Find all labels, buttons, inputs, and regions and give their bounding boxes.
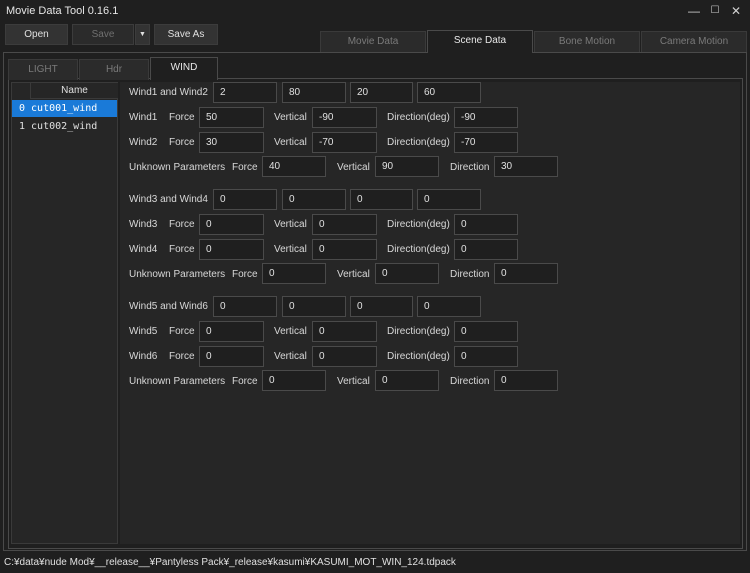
window-title: Movie Data Tool 0.16.1 [6,5,119,17]
vertical-label: Vertical [274,326,307,337]
wind6-label: Wind6 [129,351,158,362]
list-item[interactable]: 1 cut002_wind [12,118,117,135]
close-icon[interactable]: ✕ [728,4,744,18]
unknown56-direction-input[interactable]: 0 [494,370,558,391]
vertical-label: Vertical [274,244,307,255]
vertical-label: Vertical [337,162,370,173]
wind12-param-2-input[interactable]: 80 [282,82,346,103]
vertical-label: Vertical [337,269,370,280]
wind5-vertical-input[interactable]: 0 [312,321,377,342]
unknown-parameters-label: Unknown Parameters [129,162,226,173]
unknown34-vertical-input[interactable]: 0 [375,263,439,284]
wind34-param-1-input[interactable]: 0 [213,189,277,210]
tab-camera-motion[interactable]: Camera Motion [641,31,747,52]
tab-hdr[interactable]: Hdr [79,59,149,80]
unknown-parameters-label: Unknown Parameters [129,376,226,387]
unknown-parameters-label: Unknown Parameters [129,269,226,280]
force-label: Force [232,269,258,280]
wind12-param-3-input[interactable]: 20 [350,82,413,103]
force-label: Force [232,162,258,173]
wind1-force-input[interactable]: 50 [199,107,264,128]
wind5-label: Wind5 [129,326,158,337]
wind1-label: Wind1 [129,112,158,123]
unknown56-force-input[interactable]: 0 [262,370,326,391]
wind2-force-input[interactable]: 30 [199,132,264,153]
save-button[interactable]: Save [72,24,134,45]
status-file-path: C:¥data¥nude Mod¥__release__¥Pantyless P… [4,557,456,568]
unknown12-direction-input[interactable]: 30 [494,156,558,177]
wind6-direction-input[interactable]: 0 [454,346,518,367]
vertical-label: Vertical [274,112,307,123]
direction-deg-label: Direction(deg) [387,219,450,230]
tab-scene-data[interactable]: Scene Data [427,30,533,53]
unknown34-force-input[interactable]: 0 [262,263,326,284]
wind2-direction-input[interactable]: -70 [454,132,518,153]
wind12-param-1-input[interactable]: 2 [213,82,277,103]
unknown56-vertical-input[interactable]: 0 [375,370,439,391]
direction-deg-label: Direction(deg) [387,351,450,362]
wind2-label: Wind2 [129,137,158,148]
wind3-direction-input[interactable]: 0 [454,214,518,235]
force-label: Force [169,351,195,362]
wind5-wind6-label: Wind5 and Wind6 [129,301,208,312]
direction-label: Direction [450,269,490,280]
wind5-direction-input[interactable]: 0 [454,321,518,342]
cut-list [11,82,118,544]
tab-bone-motion[interactable]: Bone Motion [534,31,640,52]
maximize-icon[interactable]: ☐ [707,4,723,18]
direction-deg-label: Direction(deg) [387,326,450,337]
force-label: Force [169,326,195,337]
vertical-label: Vertical [274,219,307,230]
direction-deg-label: Direction(deg) [387,112,450,123]
tab-light[interactable]: LIGHT [8,59,78,80]
unknown34-direction-input[interactable]: 0 [494,263,558,284]
wind12-param-4-input[interactable]: 60 [417,82,481,103]
direction-deg-label: Direction(deg) [387,137,450,148]
wind3-label: Wind3 [129,219,158,230]
wind1-wind2-label: Wind1 and Wind2 [129,87,208,98]
tab-movie-data[interactable]: Movie Data [320,31,426,52]
wind56-param-1-input[interactable]: 0 [213,296,277,317]
wind1-direction-input[interactable]: -90 [454,107,518,128]
vertical-label: Vertical [337,376,370,387]
wind56-param-4-input[interactable]: 0 [417,296,481,317]
wind4-vertical-input[interactable]: 0 [312,239,377,260]
wind56-param-3-input[interactable]: 0 [350,296,413,317]
wind34-param-3-input[interactable]: 0 [350,189,413,210]
wind34-param-2-input[interactable]: 0 [282,189,346,210]
wind1-vertical-input[interactable]: -90 [312,107,377,128]
save-as-button[interactable]: Save As [154,24,218,45]
wind4-direction-input[interactable]: 0 [454,239,518,260]
direction-deg-label: Direction(deg) [387,244,450,255]
force-label: Force [169,219,195,230]
vertical-label: Vertical [274,351,307,362]
direction-label: Direction [450,162,490,173]
wind6-force-input[interactable]: 0 [199,346,264,367]
unknown12-vertical-input[interactable]: 90 [375,156,439,177]
wind3-wind4-label: Wind3 and Wind4 [129,194,208,205]
wind34-param-4-input[interactable]: 0 [417,189,481,210]
force-label: Force [232,376,258,387]
unknown12-force-input[interactable]: 40 [262,156,326,177]
list-item[interactable]: 0 cut001_wind [12,100,117,117]
wind56-param-2-input[interactable]: 0 [282,296,346,317]
wind6-vertical-input[interactable]: 0 [312,346,377,367]
minimize-icon[interactable]: — [686,4,702,18]
list-header-name[interactable]: Name [30,83,118,99]
force-label: Force [169,137,195,148]
open-button[interactable]: Open [5,24,68,45]
force-label: Force [169,244,195,255]
wind2-vertical-input[interactable]: -70 [312,132,377,153]
tab-wind[interactable]: WIND [150,57,218,80]
wind5-force-input[interactable]: 0 [199,321,264,342]
save-dropdown-icon[interactable]: ▼ [135,24,150,45]
wind3-vertical-input[interactable]: 0 [312,214,377,235]
wind4-label: Wind4 [129,244,158,255]
force-label: Force [169,112,195,123]
vertical-label: Vertical [274,137,307,148]
direction-label: Direction [450,376,490,387]
wind3-force-input[interactable]: 0 [199,214,264,235]
wind4-force-input[interactable]: 0 [199,239,264,260]
